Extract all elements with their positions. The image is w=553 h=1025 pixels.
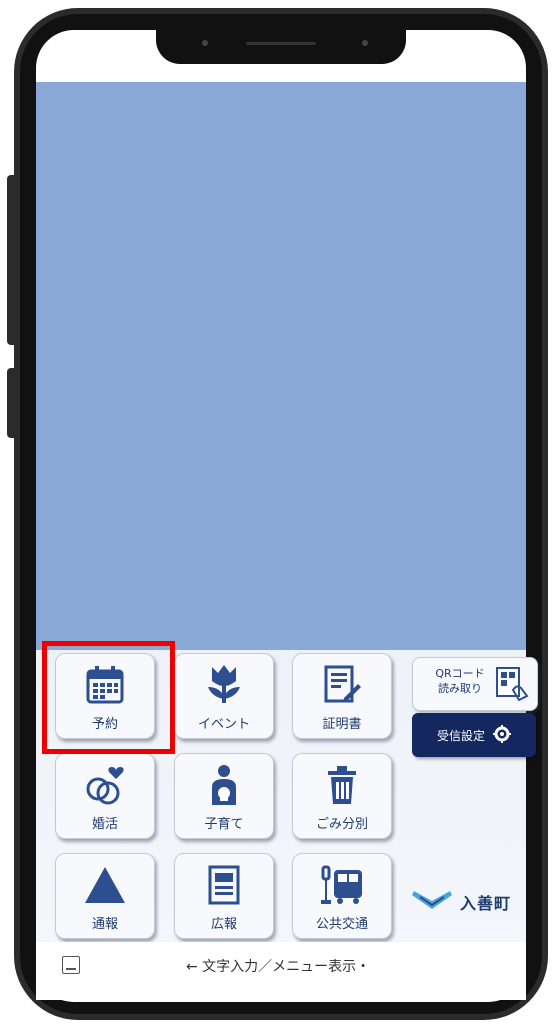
menu-label: 公共交通: [315, 917, 368, 932]
menu-tile-garbage[interactable]: ごみ分別: [292, 753, 392, 839]
input-toggle-text[interactable]: ← 文字入力／メニュー表示・: [186, 956, 370, 976]
chat-area: [36, 82, 526, 674]
qr-scan-icon: [495, 666, 529, 702]
certificate-icon: [293, 660, 391, 710]
sensor-dot: [362, 40, 368, 46]
parent-child-icon: [175, 760, 273, 810]
newsletter-icon: [175, 860, 273, 910]
menu-tile-transit[interactable]: 公共交通: [292, 853, 392, 939]
menu-label: 通報: [91, 917, 118, 932]
menu-tile-newsletter[interactable]: 広報: [174, 853, 274, 939]
menu-label: ごみ分別: [315, 817, 368, 832]
highlight-box: [42, 641, 175, 754]
qr-label: QRコード 読み取り: [423, 666, 497, 696]
receive-settings-button[interactable]: 受信設定: [412, 713, 536, 757]
menu-tile-certificate[interactable]: 証明書: [292, 653, 392, 739]
menu-tile-event[interactable]: イベント: [174, 653, 274, 739]
menu-label: 証明書: [322, 717, 362, 732]
menu-label: 婚活: [91, 817, 118, 832]
town-emblem-icon: [412, 887, 454, 917]
menu-tile-childcare[interactable]: 子育て: [174, 753, 274, 839]
notch: [156, 30, 406, 64]
menu-label: 広報: [210, 917, 237, 932]
qr-label-line1: QRコード: [435, 667, 485, 680]
rings-heart-icon: [56, 760, 154, 810]
keyboard-icon[interactable]: [62, 956, 80, 974]
trash-icon: [293, 760, 391, 810]
gear-icon: [493, 724, 511, 746]
town-logo: 入善町: [412, 882, 542, 922]
qr-code-reader-button[interactable]: QRコード 読み取り: [412, 657, 538, 711]
menu-tile-report[interactable]: 通報: [55, 853, 155, 939]
bus-stop-icon: [293, 860, 391, 910]
warning-icon: [56, 860, 154, 910]
menu-tile-marriage[interactable]: 婚活: [55, 753, 155, 839]
input-bar[interactable]: ← 文字入力／メニュー表示・: [36, 942, 526, 1000]
qr-label-line2: 読み取り: [438, 682, 482, 695]
tulip-icon: [175, 660, 273, 710]
menu-label: イベント: [197, 717, 250, 732]
menu-label: 子育て: [204, 817, 244, 832]
town-name: 入善町: [460, 894, 512, 913]
speaker-grill: [246, 42, 316, 45]
camera-dot: [202, 40, 208, 46]
side-button: [7, 368, 19, 438]
volume-button: [7, 175, 19, 345]
settings-label: 受信設定: [436, 728, 485, 743]
